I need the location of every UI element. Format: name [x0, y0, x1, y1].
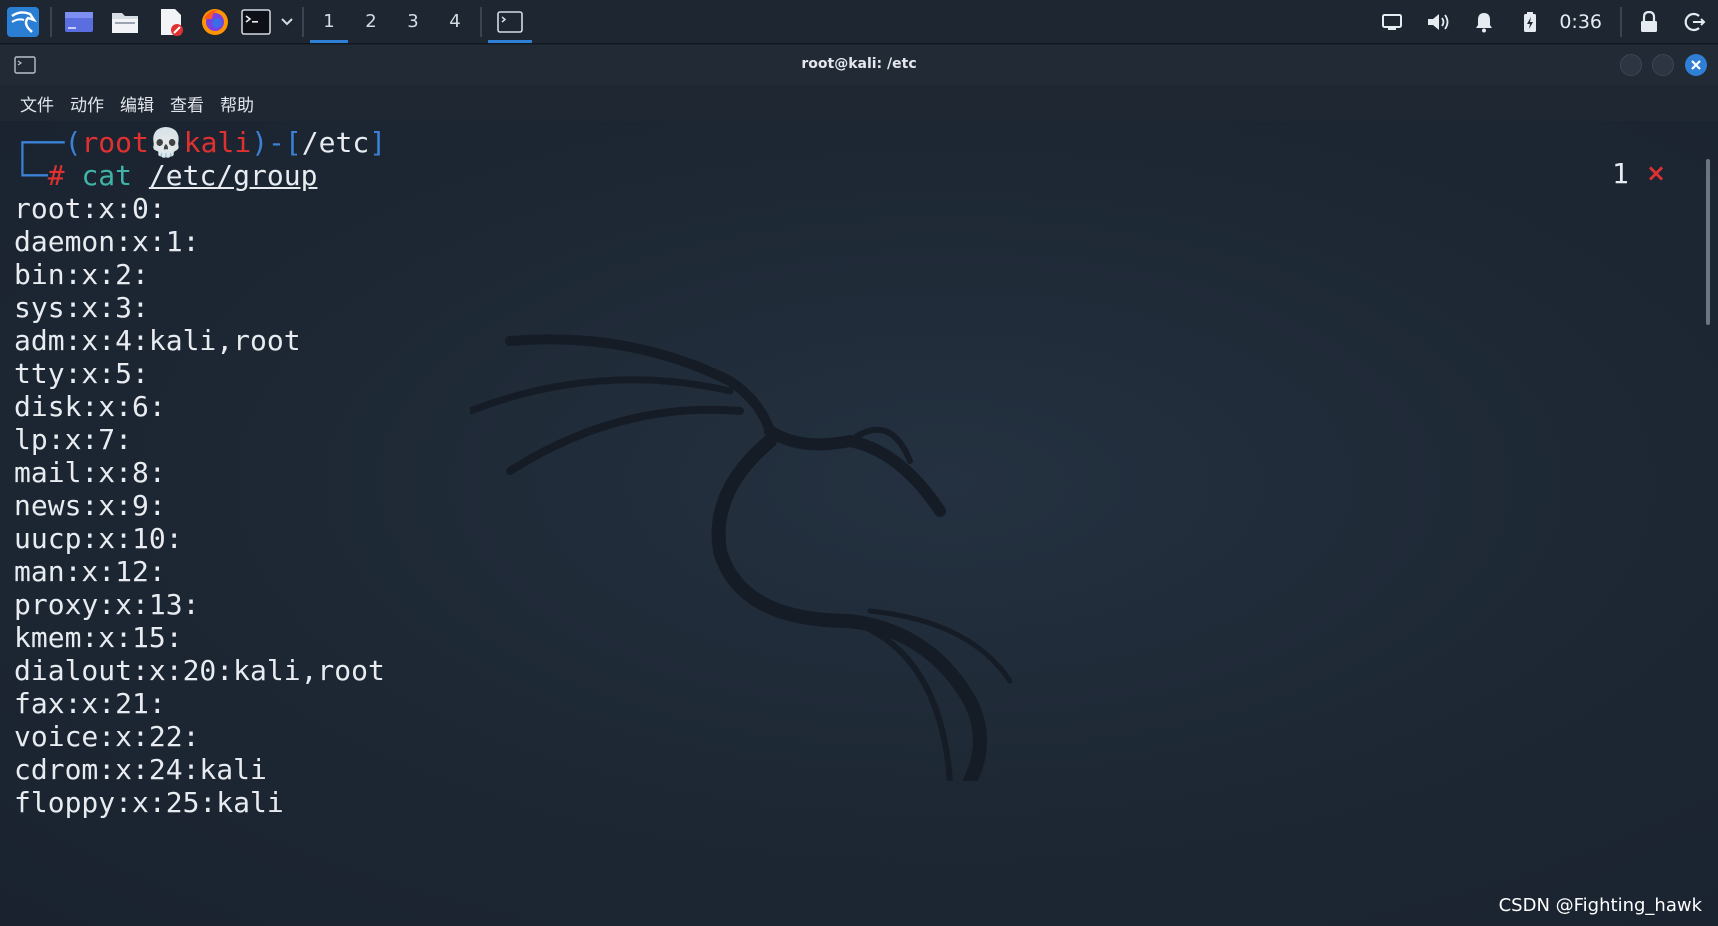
- output-line: voice:x:22:: [14, 720, 200, 753]
- scrollbar[interactable]: [1706, 159, 1710, 325]
- status-count: 1: [1612, 157, 1629, 190]
- command-line: └─# cat /etc/group: [14, 158, 317, 194]
- prompt-user: root: [81, 126, 149, 159]
- display-icon[interactable]: [1369, 0, 1415, 44]
- menu-help[interactable]: 帮助: [220, 91, 254, 116]
- output-line: sys:x:3:: [14, 291, 149, 324]
- error-status-icon: ×: [1646, 159, 1667, 187]
- volume-icon[interactable]: [1415, 0, 1461, 44]
- menu-file[interactable]: 文件: [20, 91, 54, 116]
- output-line: bin:x:2:: [14, 258, 149, 291]
- output-line: root:x:0:: [14, 192, 166, 225]
- output-line: news:x:9:: [14, 489, 166, 522]
- panel-separator: [50, 6, 52, 37]
- menu-view[interactable]: 查看: [170, 91, 204, 116]
- output-line: uucp:x:10:: [14, 522, 183, 555]
- firefox-icon[interactable]: [194, 0, 236, 44]
- terminal-window: root@kali: /etc 文件 动作 编辑 查看 帮助 ┌──(root💀…: [0, 45, 1718, 926]
- notifications-bell-icon[interactable]: [1461, 0, 1507, 44]
- text-editor-icon[interactable]: [148, 0, 194, 44]
- system-tray: 0:36: [1369, 0, 1718, 44]
- output-line: lp:x:7:: [14, 423, 133, 456]
- menu-actions[interactable]: 动作: [70, 91, 104, 116]
- menu-bar: 文件 动作 编辑 查看 帮助: [0, 85, 1718, 121]
- minimize-button[interactable]: [1620, 54, 1642, 76]
- prompt-cwd: /etc: [301, 126, 370, 159]
- output-line: man:x:12:: [14, 555, 166, 588]
- taskbar-terminal-button[interactable]: [486, 0, 534, 44]
- close-button[interactable]: [1685, 54, 1707, 76]
- output-line: fax:x:21:: [14, 687, 166, 720]
- output-line: adm:x:4:kali,root: [14, 324, 301, 357]
- command-argument: /etc/group: [148, 159, 318, 192]
- file-manager-icon[interactable]: [102, 0, 148, 44]
- workspace-2-button[interactable]: 2: [350, 0, 392, 44]
- workspace-3-button[interactable]: 3: [392, 0, 434, 44]
- prompt-separator: )-[: [251, 126, 302, 159]
- output-line: tty:x:5:: [14, 357, 149, 390]
- window-title: root@kali: /etc: [801, 56, 917, 72]
- prompt-bracket: ]: [369, 126, 387, 159]
- workspace-4-button[interactable]: 4: [434, 0, 476, 44]
- skull-icon: 💀: [148, 126, 184, 159]
- terminal-launcher-icon[interactable]: [236, 0, 276, 44]
- maximize-button[interactable]: [1652, 54, 1674, 76]
- lock-screen-icon[interactable]: [1626, 0, 1672, 44]
- output-line: mail:x:8:: [14, 456, 166, 489]
- command-name: cat: [81, 159, 133, 192]
- prompt-corner: ┌──(: [14, 126, 82, 159]
- kali-menu-icon[interactable]: [0, 0, 46, 44]
- output-line: proxy:x:13:: [14, 588, 200, 621]
- prompt-host: kali: [183, 126, 252, 159]
- kali-dragon-watermark: [470, 334, 1013, 781]
- output-line: disk:x:6:: [14, 390, 166, 423]
- output-line: floppy:x:25:kali: [14, 786, 284, 819]
- panel-separator: [480, 6, 482, 37]
- workspace-1-button[interactable]: 1: [308, 0, 350, 44]
- terminal-window-icon: [497, 10, 523, 33]
- terminal-output[interactable]: ┌──(root💀kali)-[/etc] └─# cat /etc/group…: [0, 121, 1718, 926]
- output-line: cdrom:x:24:kali: [14, 753, 267, 786]
- battery-charging-icon[interactable]: [1507, 0, 1553, 44]
- output-line: dialout:x:20:kali,root: [14, 654, 385, 687]
- logout-icon[interactable]: [1672, 0, 1718, 44]
- output-line: kmem:x:15:: [14, 621, 183, 654]
- prompt-corner-bottom: └─: [14, 159, 48, 192]
- output-line: daemon:x:1:: [14, 225, 200, 258]
- top-panel: 1 2 3 4 0:36: [0, 0, 1718, 44]
- menu-edit[interactable]: 编辑: [120, 91, 154, 116]
- prompt-symbol: #: [47, 159, 65, 192]
- clock[interactable]: 0:36: [1553, 11, 1616, 33]
- panel-separator: [302, 6, 304, 37]
- panel-separator: [1620, 6, 1622, 37]
- chevron-down-icon[interactable]: [276, 0, 298, 44]
- prompt-line: ┌──(root💀kali)-[/etc]: [14, 125, 386, 161]
- title-bar[interactable]: root@kali: /etc: [0, 45, 1718, 85]
- close-icon: [1691, 60, 1701, 70]
- watermark-text: CSDN @Fighting_hawk: [1498, 895, 1702, 916]
- show-desktop-icon[interactable]: [56, 0, 102, 44]
